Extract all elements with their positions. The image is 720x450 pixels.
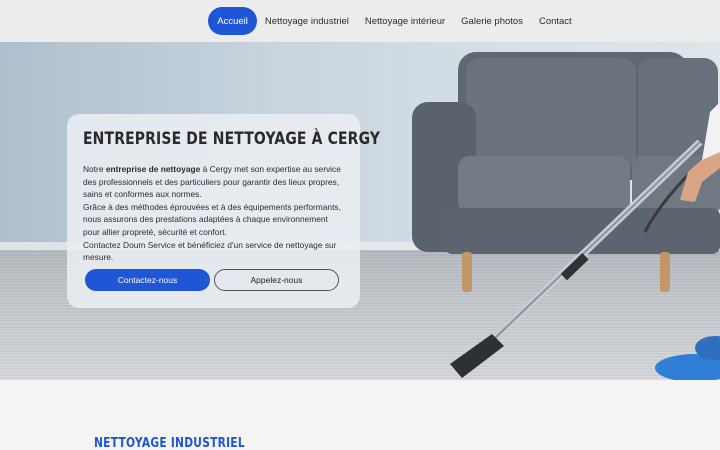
hero-banner: ENTREPRISE DE NETTOYAGE À CERGY Notre en… [0, 42, 720, 380]
nav-item-nettoyage-industriel[interactable]: Nettoyage industriel [257, 7, 357, 35]
hero-title: ENTREPRISE DE NETTOYAGE À CERGY [83, 129, 381, 149]
hero-card: ENTREPRISE DE NETTOYAGE À CERGY Notre en… [67, 114, 381, 308]
section-title-nettoyage-industriel: NETTOYAGE INDUSTRIEL [94, 436, 245, 450]
contact-us-button[interactable]: Contactez-nous [85, 269, 210, 291]
nav-item-contact[interactable]: Contact [531, 7, 580, 35]
hero-text-highlight: entreprise de nettoyage [105, 164, 201, 174]
hero-text-contact: Contactez Doum Service et bénéficiez d'u… [83, 239, 337, 263]
nav-list: Accueil Nettoyage industriel Nettoyage i… [140, 0, 579, 42]
nav-item-accueil[interactable]: Accueil [208, 7, 257, 35]
carpet-cleaner-image [450, 102, 720, 380]
nav-item-galerie-photos[interactable]: Galerie photos [453, 7, 531, 35]
hero-text-intro: Notre [83, 164, 106, 174]
hero-text-methods: Grâce à des méthodes éprouvées et à des … [83, 201, 341, 237]
hero-buttons: Contactez-nous Appelez-nous [85, 269, 339, 291]
call-us-button[interactable]: Appelez-nous [214, 269, 339, 291]
hero-description: Notre entreprise de nettoyage à Cergy me… [83, 163, 344, 264]
top-navigation: Accueil Nettoyage industriel Nettoyage i… [0, 0, 720, 42]
nav-item-nettoyage-interieur[interactable]: Nettoyage intérieur [357, 7, 453, 35]
